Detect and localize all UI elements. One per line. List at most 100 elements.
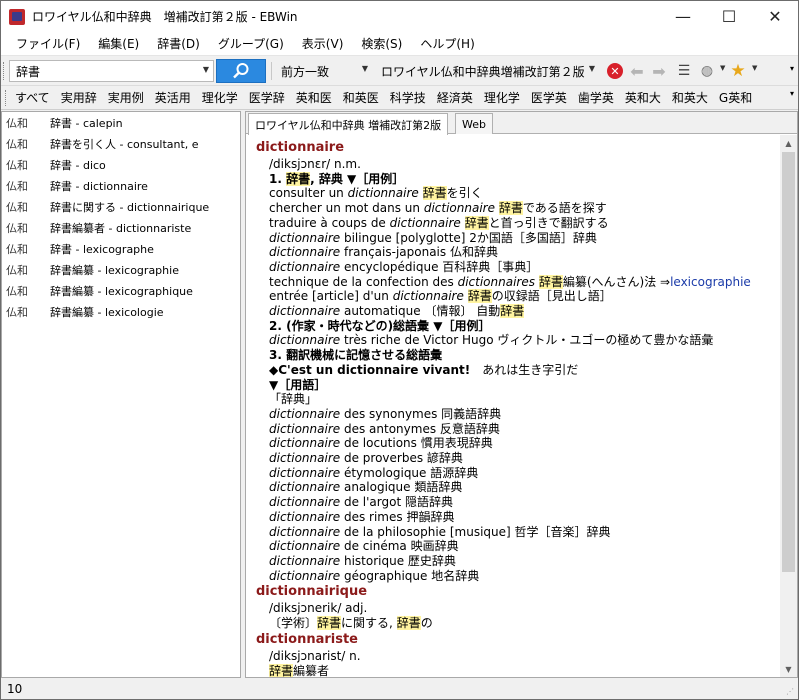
example-line: dictionnaire analogique 類語辞典 [269,480,463,495]
list-item[interactable]: 仏和 辞書 - calepin [2,112,240,133]
close-button[interactable]: ✕ [752,1,798,32]
result-book: 仏和 [6,137,28,151]
minimize-button[interactable]: — [660,1,706,32]
headword: dictionnairique [256,584,368,600]
group-item[interactable]: すべて [15,89,50,106]
vertical-scrollbar[interactable]: ▲ ▼ [780,135,797,677]
menu-dictionary[interactable]: 辞書(D) [148,35,209,52]
list-item[interactable]: 仏和 辞書 - dico [2,154,240,175]
result-heading: 辞書 - dictionnaire [50,179,148,193]
stop-button[interactable]: ✕ [605,61,625,81]
list-icon[interactable]: ☰ [674,61,694,81]
menu-file[interactable]: ファイル(F) [7,35,89,52]
menu-edit[interactable]: 編集(E) [89,35,148,52]
group-item[interactable]: G英和 [719,89,752,106]
search-input[interactable]: 辞書 ▼ [9,60,214,82]
result-heading: 辞書 - lexicographe [50,242,154,256]
dictionary-select[interactable]: ロワイヤル仏和中辞典増補改訂第２版 ▼ [377,60,599,82]
sense-line: 1. 辞書, 辞典 ▼［用例］ [269,171,405,186]
group-item[interactable]: 経済英 [437,89,473,106]
menu-bar: ファイル(F) 編集(E) 辞書(D) グループ(G) 表示(V) 検索(S) … [1,32,798,56]
sense-line: 2. (作家・時代などの)総語彙 ▼［用例］ [269,318,491,333]
search-button[interactable] [216,59,266,83]
maximize-button[interactable]: ☐ [706,1,752,32]
tab-label: ロワイヤル仏和中辞典 増補改訂第2版 [255,118,442,132]
result-book: 仏和 [6,200,28,214]
menu-view[interactable]: 表示(V) [293,35,353,52]
chevron-down-icon: ▼ [361,64,368,73]
toolbar-grip[interactable] [5,90,8,106]
status-bar: 10 ⋰ [1,679,798,699]
group-item[interactable]: 理化学 [202,89,238,106]
pronunciation: /diksjɔnɛr/ n.m. [269,157,361,171]
group-overflow-icon[interactable]: ▾ [790,90,794,98]
group-item[interactable]: 英活用 [155,89,191,106]
example-line: dictionnaire français-japonais 仏和辞典 [269,245,498,260]
app-icon [9,8,25,25]
group-item[interactable]: 歯学英 [578,89,614,106]
cross-reference-link[interactable]: lexicographie [670,275,751,289]
example-line: dictionnaire historique 歴史辞典 [269,553,456,568]
result-heading: 辞書編纂者 - dictionnariste [50,221,192,235]
star-icon[interactable]: ★ [728,61,748,81]
example-line: entrée [article] d'un dictionnaire 辞書の収録… [269,289,612,304]
search-history-dropdown-icon[interactable]: ▼ [203,65,209,74]
menu-help[interactable]: ヘルプ(H) [411,35,483,52]
group-item[interactable]: 英和大 [625,89,661,106]
scroll-down-icon[interactable]: ▼ [780,661,797,677]
example-line: dictionnaire des rimes 押韻辞典 [269,509,455,524]
example-line: dictionnaire des antonymes 反意語辞典 [269,421,500,436]
list-item[interactable]: 仏和 辞書に関する - dictionnairique [2,196,240,217]
dictionary-group-bar: すべて 実用辞 実用例 英活用 理化学 医学辞 英和医 和英医 科学技 経済英 … [1,86,798,110]
tab-royal-dictionary[interactable]: ロワイヤル仏和中辞典 増補改訂第2版 [248,113,449,135]
sense-line: 3. 翻訳機械に記憶させる総語彙 [269,348,443,363]
example-line: chercher un mot dans un dictionnaire 辞書で… [269,201,607,216]
list-item[interactable]: 仏和 辞書編纂 - lexicographique [2,280,240,301]
scroll-up-icon[interactable]: ▲ [780,135,797,152]
group-item[interactable]: 理化学 [484,89,520,106]
example-line: traduire à coups de dictionnaire 辞書と首っ引き… [269,215,609,230]
term-label: 「辞典」 [269,392,318,407]
list-item[interactable]: 仏和 辞書編纂 - lexicologie [2,301,240,322]
toolbar-overflow-icon[interactable]: ▾ [790,65,794,73]
back-arrow-icon[interactable]: ⬅ [627,61,647,81]
group-item[interactable]: 医学英 [531,89,567,106]
example-line: technique de la confection des dictionna… [269,274,751,289]
window-title: ロワイヤル仏和中辞典 増補改訂第２版 - EBWin [32,10,298,24]
resize-grip-icon[interactable]: ⋰ [786,687,796,697]
group-item[interactable]: 和英大 [672,89,708,106]
list-item[interactable]: 仏和 辞書編纂者 - dictionnariste [2,217,240,238]
group-item[interactable]: 科学技 [390,89,426,106]
idiom-line: ◆C'est un dictionnaire vivant! あれは生き字引だ [269,362,579,377]
menu-search[interactable]: 検索(S) [352,35,411,52]
search-icon [233,63,249,79]
tab-web[interactable]: Web [455,113,493,134]
forward-arrow-icon[interactable]: ➡ [649,61,669,81]
chevron-down-icon[interactable]: ▼ [752,64,757,72]
example-line: dictionnaire étymologique 語源辞典 [269,465,479,480]
group-item[interactable]: 実用辞 [61,89,97,106]
group-item[interactable]: 英和医 [296,89,332,106]
tab-label: Web [462,117,486,131]
list-item[interactable]: 仏和 辞書編纂 - lexicographie [2,259,240,280]
result-book: 仏和 [6,263,28,277]
group-item[interactable]: 和英医 [343,89,379,106]
group-item[interactable]: 医学辞 [249,89,285,106]
pronunciation: /diksjɔnarist/ n. [269,648,361,663]
headword: dictionnaire [256,140,345,155]
result-heading: 辞書を引く人 - consultant, e [50,137,199,151]
list-item[interactable]: 仏和 辞書を引く人 - consultant, e [2,133,240,154]
definition-line: 辞書編纂者 [269,663,330,678]
group-item[interactable]: 実用例 [108,89,144,106]
result-book: 仏和 [6,242,28,256]
result-heading: 辞書 - calepin [50,116,123,130]
search-mode-value: 前方一致 [281,64,330,79]
list-item[interactable]: 仏和 辞書 - lexicographe [2,238,240,259]
globe-icon[interactable]: ◍ [697,61,717,81]
scrollbar-thumb[interactable] [782,152,795,572]
search-mode-select[interactable]: 前方一致 ▼ [277,60,372,82]
list-item[interactable]: 仏和 辞書 - dictionnaire [2,175,240,196]
menu-group[interactable]: グループ(G) [209,35,293,52]
chevron-down-icon[interactable]: ▼ [720,64,725,72]
toolbar-grip[interactable] [3,62,6,80]
